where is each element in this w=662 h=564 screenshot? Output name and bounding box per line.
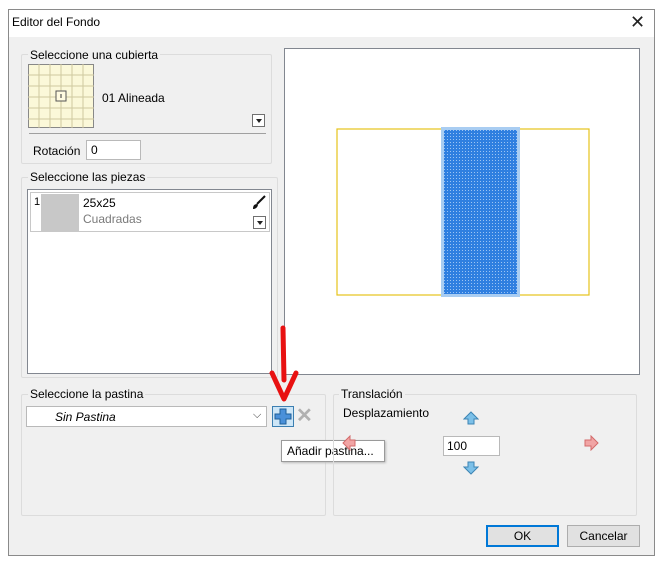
deck-group-legend: Seleccione una cubierta — [28, 48, 161, 62]
deck-dropdown-button[interactable] — [252, 114, 265, 127]
arrow-up-icon[interactable] — [462, 411, 480, 425]
ok-button[interactable]: OK — [486, 525, 559, 547]
rotation-label: Rotación — [33, 144, 81, 158]
close-icon[interactable]: ✕ — [630, 12, 645, 32]
deck-preview-icon[interactable] — [28, 64, 94, 128]
displacement-label: Desplazamiento — [343, 406, 430, 420]
deck-divider — [29, 133, 266, 134]
displacement-input[interactable]: 100 — [443, 436, 500, 456]
translation-group-legend: Translación — [339, 387, 405, 401]
paintbrush-icon[interactable] — [251, 194, 267, 210]
window-title: Editor del Fondo — [12, 15, 101, 29]
preview-canvas[interactable] — [284, 48, 640, 375]
remove-grout-icon[interactable]: ✕ — [296, 406, 313, 426]
add-grout-button[interactable] — [272, 406, 294, 427]
arrow-annotation — [268, 325, 300, 405]
piece-swatch — [41, 194, 79, 232]
cancel-button[interactable]: Cancelar — [567, 525, 640, 547]
displacement-value: 100 — [447, 439, 468, 453]
piece-dropdown-button[interactable] — [253, 216, 266, 229]
selected-deck-name: 01 Alineada — [102, 91, 165, 105]
piece-item[interactable]: 1 25x25 Cuadradas — [30, 192, 270, 232]
rotation-value: 0 — [91, 143, 98, 157]
arrow-down-icon[interactable] — [462, 461, 480, 475]
piece-shape: Cuadradas — [83, 212, 142, 226]
pieces-group-legend: Seleccione las piezas — [28, 170, 148, 184]
grout-selected-value: Sin Pastina — [55, 410, 116, 424]
chevron-down-icon: ⌵ — [253, 409, 262, 421]
piece-name: 25x25 — [83, 196, 116, 210]
title-bar — [9, 10, 654, 37]
arrow-right-icon[interactable] — [583, 434, 599, 452]
arrow-left-icon[interactable] — [342, 435, 356, 451]
rotation-input[interactable]: 0 — [86, 140, 141, 160]
grout-group-legend: Seleccione la pastina — [28, 387, 146, 401]
piece-index: 1 — [34, 196, 41, 208]
grout-select[interactable]: Sin Pastina ⌵ — [26, 406, 267, 427]
